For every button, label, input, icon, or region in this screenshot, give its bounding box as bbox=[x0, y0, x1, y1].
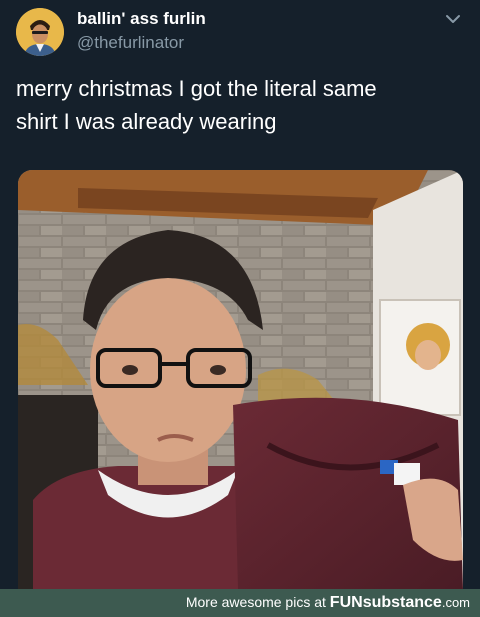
photo-scene bbox=[18, 170, 463, 589]
tweet-text-line: merry christmas I got the literal same bbox=[16, 76, 377, 101]
watermark-brand: FUNsubstance bbox=[330, 594, 442, 611]
tweet-card: ballin' ass furlin @thefurlinator merry … bbox=[0, 0, 480, 589]
watermark-brand-domain: .com bbox=[441, 595, 470, 610]
tweet-text: merry christmas I got the literal same s… bbox=[16, 72, 466, 138]
watermark-prefix: More awesome pics at bbox=[185, 594, 326, 610]
watermark-text: More awesome pics at FUNsubstance.com bbox=[186, 594, 470, 612]
avatar-portrait bbox=[16, 8, 64, 56]
watermark-brand-fun: FUN bbox=[329, 594, 363, 611]
tweet-text-line: shirt I was already wearing bbox=[16, 109, 277, 134]
user-handle[interactable]: @thefurlinator bbox=[77, 33, 184, 53]
avatar[interactable] bbox=[16, 8, 64, 56]
watermark-brand-rest: substance bbox=[362, 594, 442, 611]
footer-watermark-bar: More awesome pics at FUNsubstance.com bbox=[0, 589, 480, 617]
display-name[interactable]: ballin' ass furlin bbox=[77, 9, 206, 29]
tweet-photo[interactable] bbox=[18, 170, 463, 589]
chevron-down-icon[interactable] bbox=[442, 10, 464, 28]
